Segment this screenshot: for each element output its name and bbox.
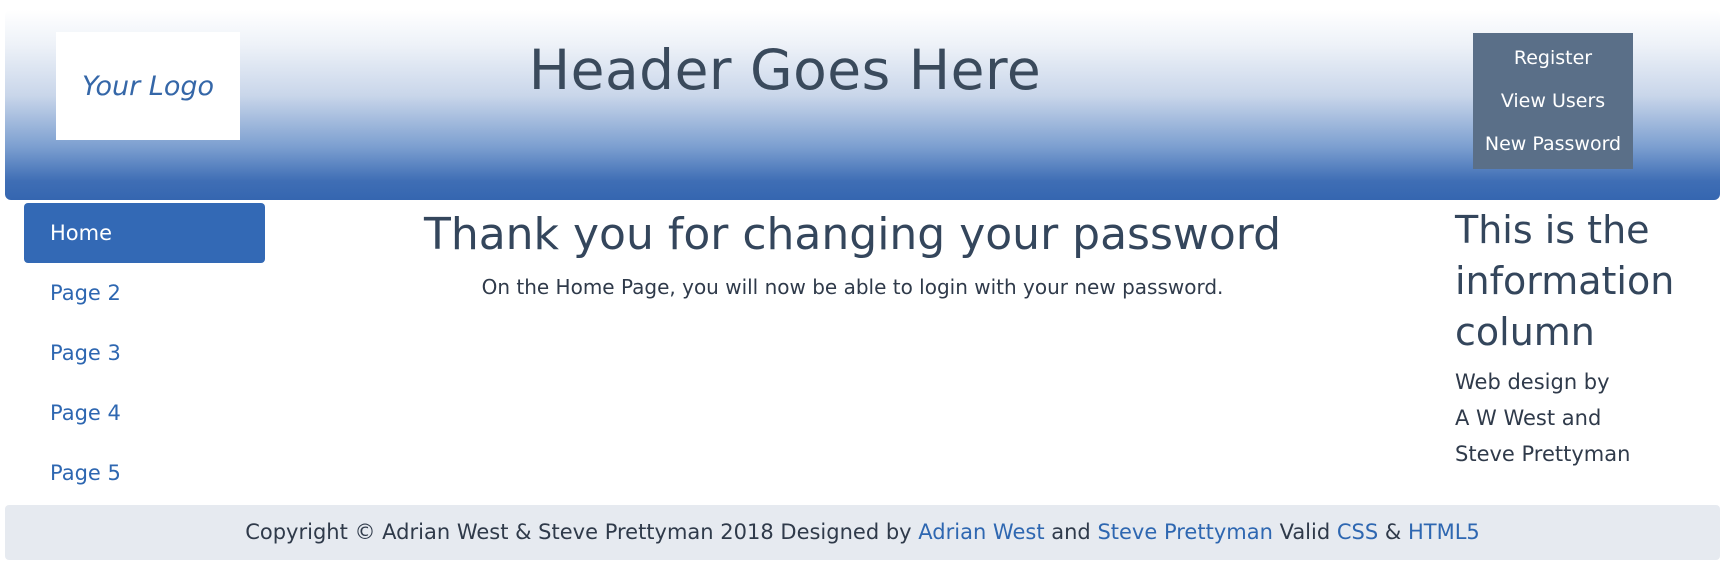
- main-content: Thank you for changing your password On …: [280, 205, 1425, 299]
- footer-valid: Valid: [1279, 520, 1331, 544]
- info-line: A W West and: [1455, 406, 1602, 430]
- sidebar-item-page-3[interactable]: Page 3: [24, 323, 265, 383]
- page-heading: Thank you for changing your password: [423, 209, 1282, 260]
- footer-link-adrian-west[interactable]: Adrian West: [918, 520, 1044, 544]
- page-footer: Copyright © Adrian West & Steve Prettyma…: [5, 505, 1720, 560]
- footer-copyright: Copyright © Adrian West & Steve Prettyma…: [245, 520, 912, 544]
- info-line: Steve Prettyman: [1455, 442, 1631, 466]
- sidebar-item-page-4[interactable]: Page 4: [24, 383, 265, 443]
- view-users-link[interactable]: View Users: [1501, 90, 1605, 112]
- confirmation-message: On the Home Page, you will now be able t…: [481, 275, 1224, 299]
- info-credits: Web design by A W West and Steve Prettym…: [1455, 364, 1715, 472]
- register-link[interactable]: Register: [1514, 47, 1592, 69]
- header-menu: Register View Users New Password: [1473, 33, 1633, 169]
- sidebar-nav: Home Page 2 Page 3 Page 4 Page 5: [24, 203, 265, 503]
- sidebar-item-page-5[interactable]: Page 5: [24, 443, 265, 503]
- info-heading: This is the information column: [1455, 208, 1675, 354]
- new-password-link[interactable]: New Password: [1485, 133, 1621, 155]
- sidebar-item-home[interactable]: Home: [24, 203, 265, 263]
- info-column: This is the information column Web desig…: [1455, 205, 1715, 472]
- footer-link-steve-prettyman[interactable]: Steve Prettyman: [1097, 520, 1272, 544]
- footer-amp: &: [1384, 520, 1402, 544]
- footer-link-html5[interactable]: HTML5: [1408, 520, 1480, 544]
- header-title: Header Goes Here: [528, 38, 1042, 102]
- footer-link-css[interactable]: CSS: [1337, 520, 1378, 544]
- page-header: Your Logo Header Goes Here Register View…: [5, 10, 1720, 200]
- sidebar-item-page-2[interactable]: Page 2: [24, 263, 265, 323]
- info-line: Web design by: [1455, 370, 1610, 394]
- footer-and: and: [1051, 520, 1091, 544]
